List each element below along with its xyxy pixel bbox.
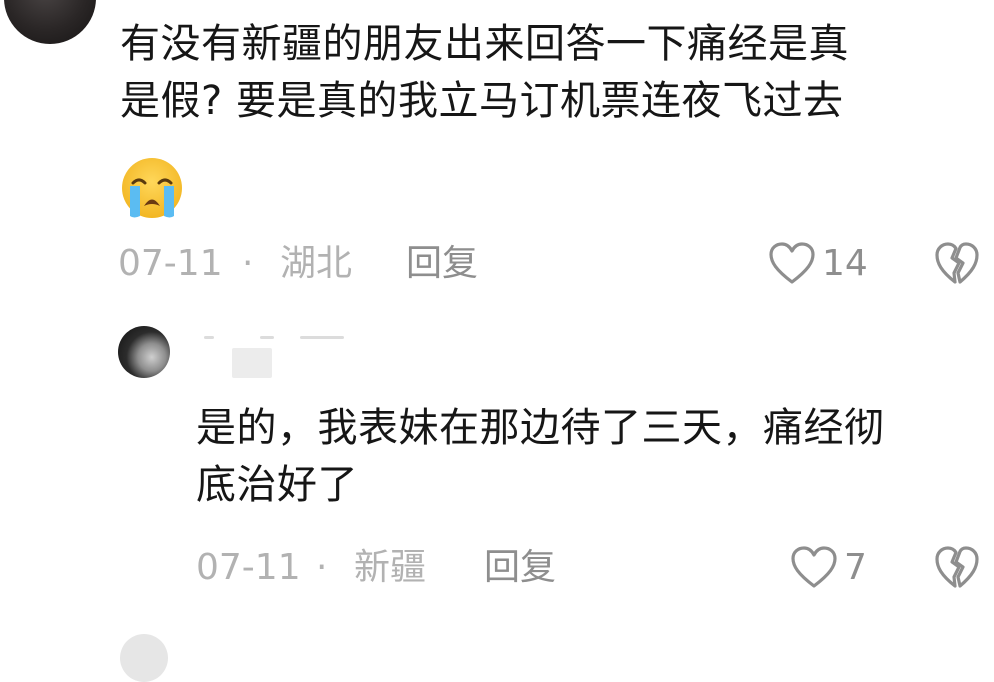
reply-button[interactable]: 回复 [484,546,556,590]
reply-avatar[interactable] [118,326,170,378]
dislike-button[interactable] [934,546,980,590]
broken-heart-icon [935,546,979,588]
reply-button[interactable]: 回复 [406,242,478,286]
comment-date: 07-11 [118,243,223,284]
comment-text-line: 是的，我表妹在那边待了三天，痛经彻 [196,405,885,451]
dislike-button[interactable] [934,242,980,286]
like-button[interactable]: 14 [768,242,868,286]
like-count: 14 [822,243,868,284]
username-redacted [232,348,272,378]
meta-separator: · [316,547,328,588]
username-redacted-marks [204,336,354,342]
comment-date: 07-11 [196,547,301,588]
heart-icon [769,242,815,284]
comment-text-line: 有没有新疆的朋友出来回答一下痛经是真 [120,21,849,67]
comment-meta: 07-11 · 新疆 回复 [196,546,596,590]
loudly-crying-face-icon [122,158,182,218]
comment-text: 有没有新疆的朋友出来回答一下痛经是真 是假? 要是真的我立马订机票连夜飞过去 [120,16,849,130]
comment-text-line: 底治好了 [196,462,358,508]
comment-meta: 07-11 · 湖北 回复 [118,242,538,286]
like-button[interactable]: 7 [790,546,867,590]
comment-location: 新疆 [354,547,427,588]
next-reply-avatar[interactable] [120,634,168,682]
meta-separator: · [242,243,254,284]
heart-icon [791,546,837,588]
comment-location: 湖北 [280,243,353,284]
commenter-avatar[interactable] [4,0,96,44]
like-count: 7 [844,547,867,588]
broken-heart-icon [935,242,979,284]
reply-text: 是的，我表妹在那边待了三天，痛经彻 底治好了 [196,400,885,514]
comment-text-line: 是假? 要是真的我立马订机票连夜飞过去 [120,78,844,124]
